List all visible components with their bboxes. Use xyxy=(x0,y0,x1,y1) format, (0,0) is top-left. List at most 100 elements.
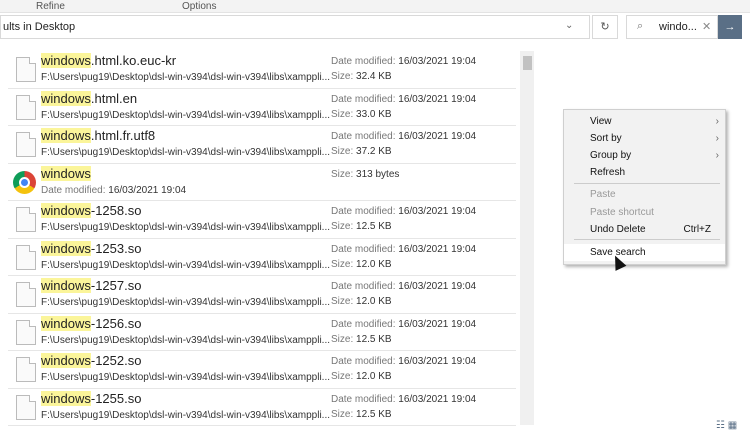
menu-item-sort-by[interactable]: Sort by › xyxy=(564,130,725,147)
file-size: Size: 33.0 KB xyxy=(331,108,392,120)
file-row[interactable]: windows-1253.so F:\Users\pug19\Desktop\ds… xyxy=(8,239,516,276)
file-size: Size: 12.0 KB xyxy=(331,258,392,270)
file-name: windows-1255.so xyxy=(41,390,142,406)
file-date: Date modified: 16/03/2021 19:04 xyxy=(331,281,477,292)
file-icon xyxy=(16,244,36,270)
chevron-right-icon: › xyxy=(715,116,719,127)
menu-item-undo-delete[interactable]: Undo Delete Ctrl+Z xyxy=(564,221,725,238)
chevron-down-icon[interactable]: ⌄ xyxy=(565,20,573,31)
search-input[interactable]: ⌕ windo... ✕ xyxy=(626,15,718,39)
search-highlight: windows xyxy=(41,165,91,181)
view-toggle-icons[interactable]: ☷ ▦ xyxy=(716,420,737,431)
menu-item-paste-shortcut[interactable]: Paste shortcut xyxy=(564,204,725,221)
file-size: Size: 12.5 KB xyxy=(331,221,392,232)
file-size: Size: 12.5 KB xyxy=(331,333,392,345)
file-size: Size: 32.4 KB xyxy=(331,71,392,82)
scrollbar-thumb[interactable] xyxy=(523,56,532,70)
search-highlight: windows xyxy=(41,278,91,293)
refresh-button[interactable]: ↻ xyxy=(592,15,618,39)
shortcut: Ctrl+Z xyxy=(683,224,712,235)
search-highlight: windows xyxy=(41,353,91,368)
file-date: Date modified: 16/03/2021 19:04 xyxy=(331,56,477,67)
file-name: windows-1252.so xyxy=(41,353,142,368)
tab-options[interactable]: Options xyxy=(182,1,216,12)
menu-separator xyxy=(574,183,720,184)
file-row[interactable]: windows.html.fr.utf8 F:\Users\pug19\Deskt… xyxy=(8,126,516,164)
file-path: F:\Users\pug19\Desktop\dsl-win-v394\dsl-… xyxy=(41,72,331,83)
file-path: F:\Users\pug19\Desktop\dsl-win-v394\dsl-… xyxy=(41,372,331,383)
file-icon xyxy=(16,357,36,382)
file-name: windows-1257.so xyxy=(41,278,142,293)
clear-search-icon[interactable]: ✕ xyxy=(702,20,711,33)
search-highlight: windows xyxy=(41,128,91,143)
file-name: windows.html.en xyxy=(41,90,138,106)
file-name: windows-1256.so xyxy=(41,315,142,331)
file-icon xyxy=(16,57,36,82)
address-text: ults in Desktop xyxy=(3,21,76,33)
context-menu: View › Sort by › Group by › Refresh Paste Paste … xyxy=(563,109,726,265)
chevron-right-icon: › xyxy=(715,133,719,144)
file-row[interactable]: windows-1256.so F:\Users\pug19\Desktop\ds… xyxy=(8,314,516,351)
file-row[interactable]: windows.html.en F:\Users\pug19\Desktop\ds… xyxy=(8,89,516,126)
file-row[interactable]: windows.html.ko.euc-kr F:\Users\pug19\Des… xyxy=(8,51,516,89)
search-highlight: windows xyxy=(41,315,91,331)
menu-item-view[interactable]: View › xyxy=(564,113,725,130)
file-date: Date modified: 16/03/2021 19:04 xyxy=(331,131,477,142)
file-size: Size: 12.5 KB xyxy=(331,408,392,420)
file-row[interactable]: windows-1258.so F:\Users\pug19\Desktop\ds… xyxy=(8,201,516,239)
arrow-right-icon: → xyxy=(724,21,736,33)
file-size: Size: 12.0 KB xyxy=(331,371,392,382)
file-name: windows-1258.so xyxy=(41,203,142,218)
menu-item-paste[interactable]: Paste xyxy=(564,186,725,203)
file-row[interactable]: windows-1252.so F:\Users\pug19\Desktop\ds… xyxy=(8,351,516,389)
search-icon: ⌕ xyxy=(637,20,644,32)
file-path: F:\Users\pug19\Desktop\dsl-win-v394\dsl-… xyxy=(41,334,331,346)
file-path: F:\Users\pug19\Desktop\dsl-win-v394\dsl-… xyxy=(41,297,331,308)
file-row[interactable]: windows-1255.so F:\Users\pug19\Desktop\ds… xyxy=(8,389,516,426)
file-size: Size: 37.2 KB xyxy=(331,146,392,157)
file-icon xyxy=(16,132,36,157)
scrollbar[interactable] xyxy=(520,51,534,425)
search-highlight: windows xyxy=(41,53,91,68)
chevron-right-icon: › xyxy=(715,150,719,161)
tab-refine[interactable]: Refine xyxy=(36,1,65,12)
file-icon xyxy=(16,207,36,232)
search-highlight: windows xyxy=(41,203,91,218)
search-highlight: windows xyxy=(41,390,91,406)
file-date: Date modified: 16/03/2021 19:04 xyxy=(41,184,187,196)
file-path: F:\Users\pug19\Desktop\dsl-win-v394\dsl-… xyxy=(41,409,331,421)
file-path: F:\Users\pug19\Desktop\dsl-win-v394\dsl-… xyxy=(41,222,331,233)
file-icon xyxy=(16,94,36,120)
ribbon: Refine Options xyxy=(0,0,750,13)
search-go-button[interactable]: → xyxy=(718,15,742,39)
file-icon xyxy=(16,394,36,420)
file-path: F:\Users\pug19\Desktop\dsl-win-v394\dsl-… xyxy=(41,109,331,121)
file-icon xyxy=(16,282,36,307)
file-date: Date modified: 16/03/2021 19:04 xyxy=(331,318,477,330)
file-size: Size: 12.0 KB xyxy=(331,296,392,307)
file-date: Date modified: 16/03/2021 19:04 xyxy=(331,93,477,105)
file-path: F:\Users\pug19\Desktop\dsl-win-v394\dsl-… xyxy=(41,147,331,158)
menu-separator xyxy=(574,239,720,240)
file-size: Size: 313 bytes xyxy=(331,168,400,180)
file-date: Date modified: 16/03/2021 19:04 xyxy=(331,243,477,255)
results-list: windows.html.ko.euc-kr F:\Users\pug19\Des… xyxy=(8,51,516,426)
file-date: Date modified: 16/03/2021 19:04 xyxy=(331,206,477,217)
address-bar[interactable]: ults in Desktop ⌄ xyxy=(0,15,590,39)
file-name: windows.html.ko.euc-kr xyxy=(41,53,177,68)
file-name: windows xyxy=(41,165,91,181)
file-name: windows-1253.so xyxy=(41,240,142,256)
menu-item-refresh[interactable]: Refresh xyxy=(564,164,725,181)
menu-item-group-by[interactable]: Group by › xyxy=(564,147,725,164)
file-date: Date modified: 16/03/2021 19:04 xyxy=(331,393,477,405)
chrome-icon xyxy=(13,170,36,194)
refresh-icon: ↻ xyxy=(600,21,610,33)
file-name: windows.html.fr.utf8 xyxy=(41,128,156,143)
file-date: Date modified: 16/03/2021 19:04 xyxy=(331,356,477,367)
menu-item-save-search[interactable]: Save search xyxy=(564,244,725,261)
file-icon xyxy=(16,319,36,345)
file-path: F:\Users\pug19\Desktop\dsl-win-v394\dsl-… xyxy=(41,259,331,271)
search-highlight: windows xyxy=(41,240,91,256)
file-row[interactable]: windows Date modified: 16/03/2021 19:04 Si… xyxy=(8,164,516,201)
file-row[interactable]: windows-1257.so F:\Users\pug19\Desktop\ds… xyxy=(8,276,516,314)
